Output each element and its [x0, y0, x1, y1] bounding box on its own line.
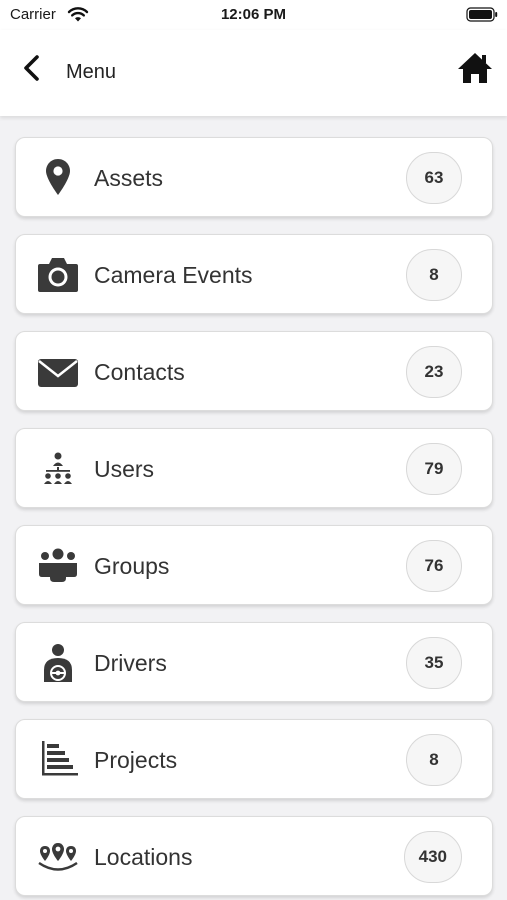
- menu-item-label: Contacts: [94, 359, 185, 385]
- count-badge: 35: [406, 637, 462, 689]
- menu-item-locations[interactable]: Locations 430: [15, 816, 493, 896]
- menu-item-drivers[interactable]: Drivers 35: [15, 622, 493, 702]
- menu-list: Assets 63 Camera Events 8 Contacts 23 Us…: [15, 137, 493, 900]
- locations-icon: [36, 836, 80, 876]
- menu-item-users[interactable]: Users 79: [15, 428, 493, 508]
- menu-item-projects[interactable]: Projects 8: [15, 719, 493, 799]
- count-badge: 79: [406, 443, 462, 495]
- group-icon: [36, 545, 80, 585]
- status-bar: Carrier 12:06 PM: [0, 0, 507, 30]
- map-marker-icon: [36, 157, 80, 197]
- gantt-chart-icon: [36, 739, 80, 779]
- status-time: 12:06 PM: [220, 6, 287, 23]
- nav-header: Menu: [0, 30, 507, 116]
- menu-item-label: Camera Events: [94, 262, 253, 288]
- driver-icon: [36, 642, 80, 682]
- battery-icon: [466, 7, 498, 22]
- menu-item-assets[interactable]: Assets 63: [15, 137, 493, 217]
- back-button[interactable]: [18, 52, 46, 84]
- page-title: Menu: [66, 61, 117, 83]
- menu-item-groups[interactable]: Groups 76: [15, 525, 493, 605]
- home-icon: [458, 53, 492, 83]
- menu-item-contacts[interactable]: Contacts 23: [15, 331, 493, 411]
- envelope-icon: [36, 351, 80, 391]
- count-badge: 430: [403, 831, 462, 883]
- menu-item-label: Projects: [94, 747, 178, 773]
- menu-item-label: Assets: [94, 165, 164, 191]
- menu-item-label: Drivers: [94, 650, 167, 676]
- menu-item-label: Locations: [94, 844, 193, 870]
- menu-item-camera-events[interactable]: Camera Events 8: [15, 234, 493, 314]
- count-badge: 76: [406, 540, 462, 592]
- chevron-left-icon: [24, 55, 39, 81]
- count-badge: 23: [406, 346, 462, 398]
- count-badge: 8: [406, 249, 462, 301]
- menu-item-label: Users: [94, 456, 155, 482]
- count-badge: 8: [406, 734, 462, 786]
- users-hierarchy-icon: [36, 448, 80, 488]
- count-badge: 63: [406, 152, 462, 204]
- home-button[interactable]: [456, 50, 494, 86]
- menu-item-label: Groups: [94, 553, 170, 579]
- camera-icon: [36, 254, 80, 294]
